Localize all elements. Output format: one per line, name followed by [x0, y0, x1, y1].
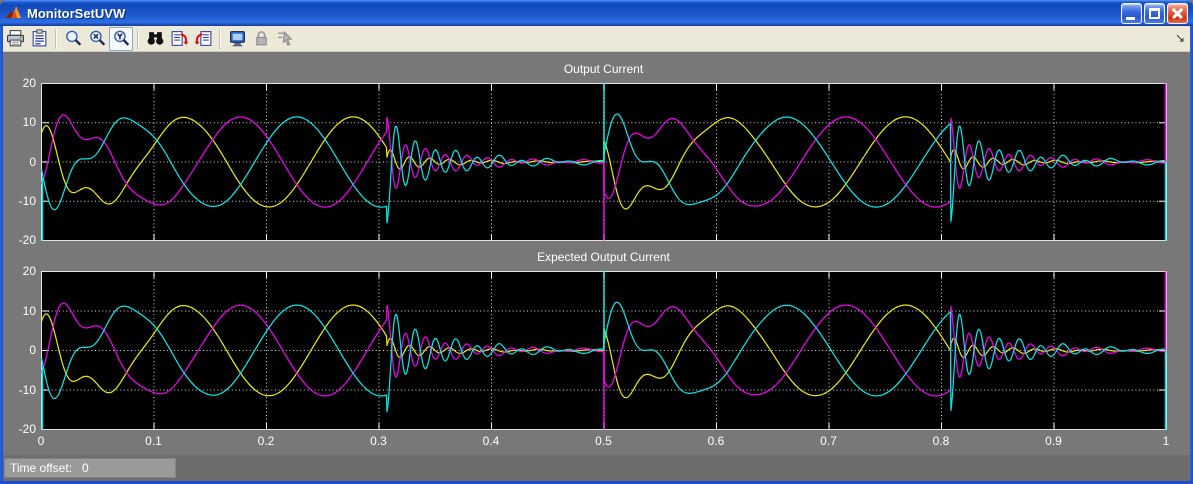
- toolbar-separator: [137, 28, 139, 49]
- y-tick-label: 20: [22, 264, 36, 278]
- y-tick-label: 0: [29, 154, 36, 169]
- minimize-icon: [1126, 16, 1135, 20]
- autoscale-button[interactable]: [143, 27, 167, 51]
- y-tick-label: -10: [18, 193, 36, 208]
- floating-scope-button[interactable]: [225, 27, 249, 51]
- y-tick-label: -20: [18, 233, 36, 247]
- toolbar-overflow-arrow[interactable]: ↘: [1175, 31, 1185, 45]
- title-bar[interactable]: MonitorSetUVW: [0, 0, 1193, 26]
- zoom-y-icon: [113, 30, 129, 46]
- signal-selection-icon: [277, 31, 292, 46]
- scope-window: MonitorSetUVW ↘ Output Current Expected …: [0, 0, 1193, 484]
- print-button[interactable]: [3, 27, 27, 51]
- x-tick-label: 0.2: [257, 434, 275, 448]
- zoom-button[interactable]: [61, 27, 85, 51]
- parameters-button[interactable]: [27, 27, 51, 51]
- plot-title-output-current: Output Current: [563, 62, 644, 76]
- restore-axes-icon: [194, 31, 211, 46]
- toolbar-separator: [55, 28, 57, 49]
- x-tick-label: 0.3: [370, 434, 387, 448]
- y-tick-label: 10: [22, 115, 36, 130]
- waveform-canvas-output-current[interactable]: [41, 83, 1167, 241]
- time-offset-label: Time offset:: [10, 461, 73, 475]
- time-offset-value: 0: [82, 461, 89, 475]
- zoom-icon: [65, 30, 81, 46]
- save-axes-icon: [171, 31, 188, 46]
- plot-title-expected-output-current: Expected Output Current: [537, 250, 670, 264]
- window-border-left: [0, 26, 3, 484]
- y-tick-label: 20: [22, 76, 36, 90]
- x-tick-label: 0.4: [482, 434, 500, 448]
- lock-axes-button[interactable]: [249, 27, 273, 51]
- restore-axes-button[interactable]: [191, 27, 215, 51]
- x-tick-label: 0.7: [820, 434, 837, 448]
- maximize-icon: [1149, 7, 1160, 19]
- scope-toolbar: ↘: [0, 26, 1193, 52]
- x-tick-label: 0.8: [932, 434, 950, 448]
- binoculars-icon: [147, 32, 163, 45]
- x-tick-label: 0.5: [595, 434, 612, 448]
- x-tick-label: 0: [37, 434, 45, 448]
- x-tick-label: 1: [1162, 434, 1170, 448]
- close-button[interactable]: [1167, 2, 1188, 24]
- status-bar: Time offset: 0: [3, 455, 1190, 481]
- x-tick-label: 0.6: [707, 434, 725, 448]
- lock-icon: [255, 31, 267, 46]
- signal-selection-button[interactable]: [273, 27, 297, 51]
- zoom-x-icon: [89, 30, 105, 46]
- parameters-icon: [32, 29, 46, 47]
- maximize-button[interactable]: [1144, 2, 1165, 24]
- save-axes-button[interactable]: [167, 27, 191, 51]
- waveform-canvas-expected-output-current[interactable]: [41, 271, 1167, 430]
- zoom-x-button[interactable]: [85, 27, 109, 51]
- toolbar-separator: [219, 28, 221, 49]
- minimize-button[interactable]: [1121, 2, 1142, 24]
- y-tick-label: 10: [22, 303, 36, 318]
- time-offset-panel: Time offset: 0: [4, 458, 176, 478]
- window-title: MonitorSetUVW: [27, 5, 126, 21]
- zoom-y-button[interactable]: [109, 26, 133, 51]
- y-tick-label: -10: [18, 382, 36, 397]
- floating-scope-icon: [229, 31, 245, 47]
- x-tick-label: 0.1: [145, 434, 162, 448]
- x-tick-label: 0.9: [1045, 434, 1062, 448]
- printer-icon: [6, 30, 24, 47]
- y-tick-label: 0: [29, 343, 36, 357]
- matlab-logo-icon: [6, 6, 21, 18]
